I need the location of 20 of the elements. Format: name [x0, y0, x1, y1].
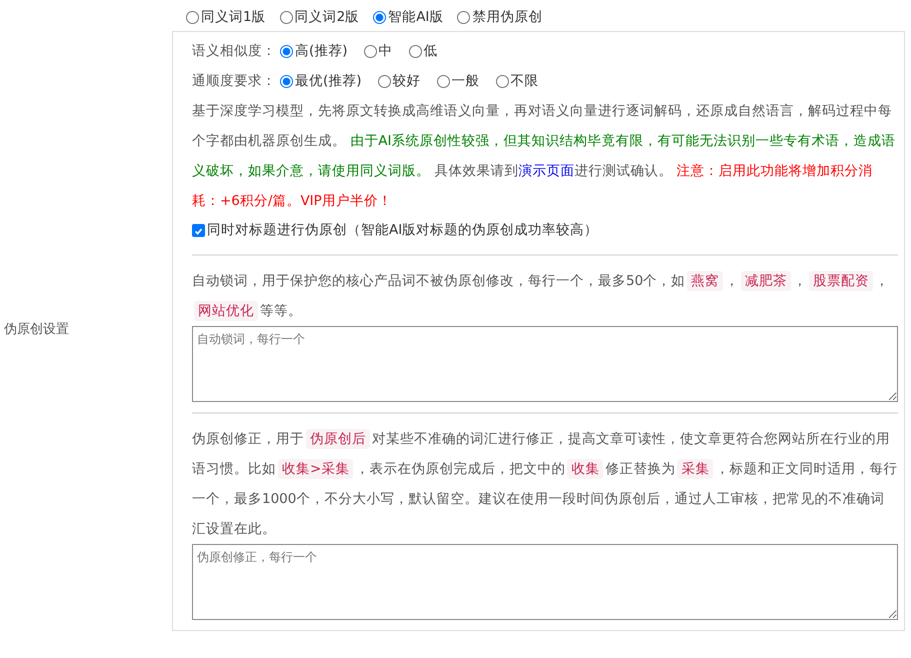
- mode-radio[interactable]: 同义词1版: [186, 8, 266, 26]
- fluency-label: 通顺度要求：: [192, 72, 276, 90]
- mode-radio[interactable]: 智能AI版: [373, 8, 444, 26]
- similarity-radio[interactable]: 中: [364, 42, 393, 60]
- fluency-radio[interactable]: 较好: [378, 72, 421, 90]
- fluency-radio[interactable]: 一般: [436, 72, 480, 90]
- mode-radio[interactable]: 禁用伪原创: [457, 8, 542, 26]
- corrections-field[interactable]: 伪原创修正，每行一个: [192, 544, 898, 620]
- title-checkbox[interactable]: 同时对标题进行伪原创（智能AI版对标题的伪原创成功率较高）: [192, 216, 898, 244]
- similarity-label: 语义相似度：: [192, 42, 276, 60]
- fluency-radio[interactable]: 不限: [496, 72, 539, 90]
- description-text: 基于深度学习模型，先将原文转换成高维语义向量，再对语义向量进行逐词解码，还原成自然语言，解码过程中每个字都由机器原创生成。 由于AI系统原创性较强，但其知识结构毕竟有限，有可能无法识别一些专有术语，造成语义破坏，如果介意，请使用同义词版。 具体效果请到演示页面进行测试确认。 注意：启用此功能将增加积分消耗：+6积分/篇。VIP用户半价！: [192, 102, 897, 211]
- fluency-radio[interactable]: 最优(推荐): [280, 72, 362, 90]
- similarity-radio[interactable]: 低: [408, 42, 438, 60]
- corrections-help: 伪原创修正，用于 伪原创后 对某些不准确的词汇进行修正，提高文章可读性，使文章更符合您网站所在行业的用语习惯。比如 收集>采集 ，表示在伪原创完成后，把文中的 收集 修正替换为 采集 ，标题和正文同时适用，每行一个，最多1000个，不分大小写，默认留空。建议在使用一段时间伪原创后，通过人工审核，把常见的不准确词汇设置在此。: [192, 428, 898, 539]
- lock-words-help: 自动锁词，用于保护您的核心产品词不被伪原创修改，每行一个，最多50个，如 燕窝 ， 减肥茶 ， 股票配资 ， 网站优化 等等。: [192, 270, 890, 323]
- settings-label: 伪原创设置: [4, 321, 69, 338]
- lock-words-field[interactable]: 自动锁词，每行一个: [192, 326, 898, 402]
- mode-radio[interactable]: 同义词2版: [280, 8, 360, 26]
- similarity-radio[interactable]: 高(推荐): [280, 42, 348, 60]
